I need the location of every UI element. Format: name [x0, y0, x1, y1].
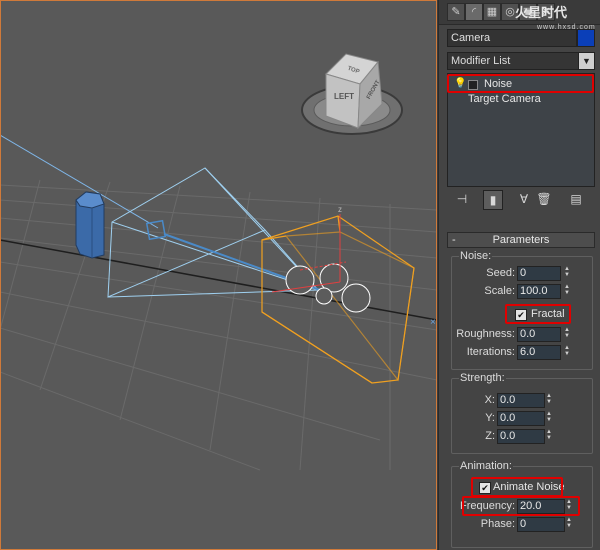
- strength-x-field[interactable]: 0.0: [497, 393, 545, 408]
- frequency-field[interactable]: 20.0: [517, 499, 565, 514]
- stack-item-noise[interactable]: 💡 Noise: [450, 77, 590, 91]
- home-grid: [0, 179, 437, 471]
- collapse-icon[interactable]: -: [452, 233, 456, 247]
- modifier-stack[interactable]: 💡 Noise Target Camera: [447, 73, 595, 187]
- phase-field[interactable]: 0: [517, 517, 565, 532]
- object-name-field[interactable]: Camera: [447, 29, 577, 47]
- strength-z-row: Z:: [451, 429, 495, 443]
- phase-spinner[interactable]: ▲ ▼: [565, 517, 573, 530]
- strength-x-spinner[interactable]: ▲ ▼: [545, 393, 553, 406]
- fractal-checkbox[interactable]: ✔: [515, 309, 527, 321]
- animate-noise-checkbox[interactable]: ✔: [479, 482, 491, 494]
- frequency-spinner[interactable]: ▲ ▼: [565, 499, 573, 512]
- create-icon[interactable]: ✎: [447, 3, 465, 21]
- modifier-list-dropdown[interactable]: Modifier List: [447, 52, 582, 70]
- iterations-row: Iterations:: [451, 345, 515, 359]
- rollout-title: Parameters: [492, 234, 550, 246]
- animate-noise-label: Animate Noise: [493, 481, 565, 493]
- viewcube-left-face[interactable]: LEFT: [334, 92, 354, 101]
- iterations-spinner[interactable]: ▲ ▼: [563, 345, 571, 358]
- animation-group-label: Animation:: [459, 460, 513, 472]
- z-axis-label: z: [338, 205, 342, 214]
- strength-z-label: Z:: [485, 430, 495, 442]
- command-panel-tabs: ✎ ◜ ▦ ◎ ▣ ✕ 火星时代: [439, 0, 600, 25]
- scale-label: Scale:: [484, 285, 515, 297]
- roughness-row: Roughness:: [451, 327, 515, 341]
- strength-z-field[interactable]: 0.0: [497, 429, 545, 444]
- pin-stack-icon[interactable]: ⊣: [453, 190, 471, 208]
- scale-row: Scale:: [451, 284, 515, 298]
- make-unique-icon[interactable]: ∀: [515, 190, 533, 208]
- frequency-label: Frequency:: [459, 500, 515, 512]
- hex-prism-mesh[interactable]: [75, 191, 105, 259]
- strength-x-row: X:: [451, 393, 495, 407]
- fractal-label: Fractal: [531, 308, 565, 320]
- command-panel: ✎ ◜ ▦ ◎ ▣ ✕ 火星时代 www.hxsd.com Camera Mod…: [438, 0, 600, 550]
- seed-spinner[interactable]: ▲ ▼: [563, 266, 571, 279]
- modify-icon[interactable]: ◜: [465, 3, 483, 21]
- roughness-label: Roughness:: [456, 328, 515, 340]
- chevron-down-icon[interactable]: ▼: [578, 52, 595, 70]
- strength-group-label: Strength:: [459, 372, 506, 384]
- strength-y-field[interactable]: 0.0: [497, 411, 545, 426]
- stack-item-label: Noise: [484, 78, 513, 90]
- seed-field[interactable]: 0: [517, 266, 561, 281]
- object-color-swatch[interactable]: [577, 29, 595, 47]
- strength-x-label: X:: [484, 394, 495, 406]
- scale-field[interactable]: 100.0: [517, 284, 561, 299]
- iterations-label: Iterations:: [466, 346, 515, 358]
- stack-toolbar: ⊣ ▮ ∀ 🗑 ▤: [439, 190, 600, 212]
- viewcube[interactable]: LEFT FRONT TOP: [301, 53, 403, 135]
- roughness-spinner[interactable]: ▲ ▼: [563, 327, 571, 340]
- show-end-result-icon[interactable]: ▮: [483, 190, 503, 210]
- remove-modifier-icon[interactable]: 🗑: [535, 190, 553, 208]
- hierarchy-icon[interactable]: ▦: [483, 3, 501, 21]
- lightbulb-icon[interactable]: 💡: [454, 77, 466, 91]
- roughness-field[interactable]: 0.0: [517, 327, 561, 342]
- noise-group-label: Noise:: [459, 250, 493, 262]
- phase-label: Phase:: [480, 518, 515, 530]
- seed-label: Seed:: [486, 267, 515, 279]
- strength-y-row: Y:: [451, 411, 495, 425]
- frequency-row: Frequency:: [451, 499, 515, 513]
- strength-y-label: Y:: [485, 412, 495, 424]
- strength-y-spinner[interactable]: ▲ ▼: [545, 411, 553, 424]
- viewport-edge-marker: ×: [430, 317, 436, 328]
- parameters-rollout-header[interactable]: - Parameters: [447, 232, 595, 248]
- perspective-viewport[interactable]: z × LEFT FRONT TOP: [0, 0, 437, 550]
- stack-item-target-camera[interactable]: Target Camera: [450, 92, 590, 106]
- strength-z-spinner[interactable]: ▲ ▼: [545, 429, 553, 442]
- iterations-field[interactable]: 6.0: [517, 345, 561, 360]
- seed-row: Seed:: [451, 266, 515, 280]
- phase-row: Phase:: [451, 517, 515, 531]
- stack-item-label: Target Camera: [468, 93, 541, 105]
- configure-modifier-sets-icon[interactable]: ▤: [567, 190, 585, 208]
- selected-camera-bounds[interactable]: [261, 215, 415, 384]
- scale-spinner[interactable]: ▲ ▼: [563, 284, 571, 297]
- watermark-logo: 火星时代: [515, 6, 568, 21]
- expand-toggle-icon[interactable]: [468, 80, 478, 90]
- viewport-scene[interactable]: z × LEFT FRONT TOP: [0, 0, 437, 550]
